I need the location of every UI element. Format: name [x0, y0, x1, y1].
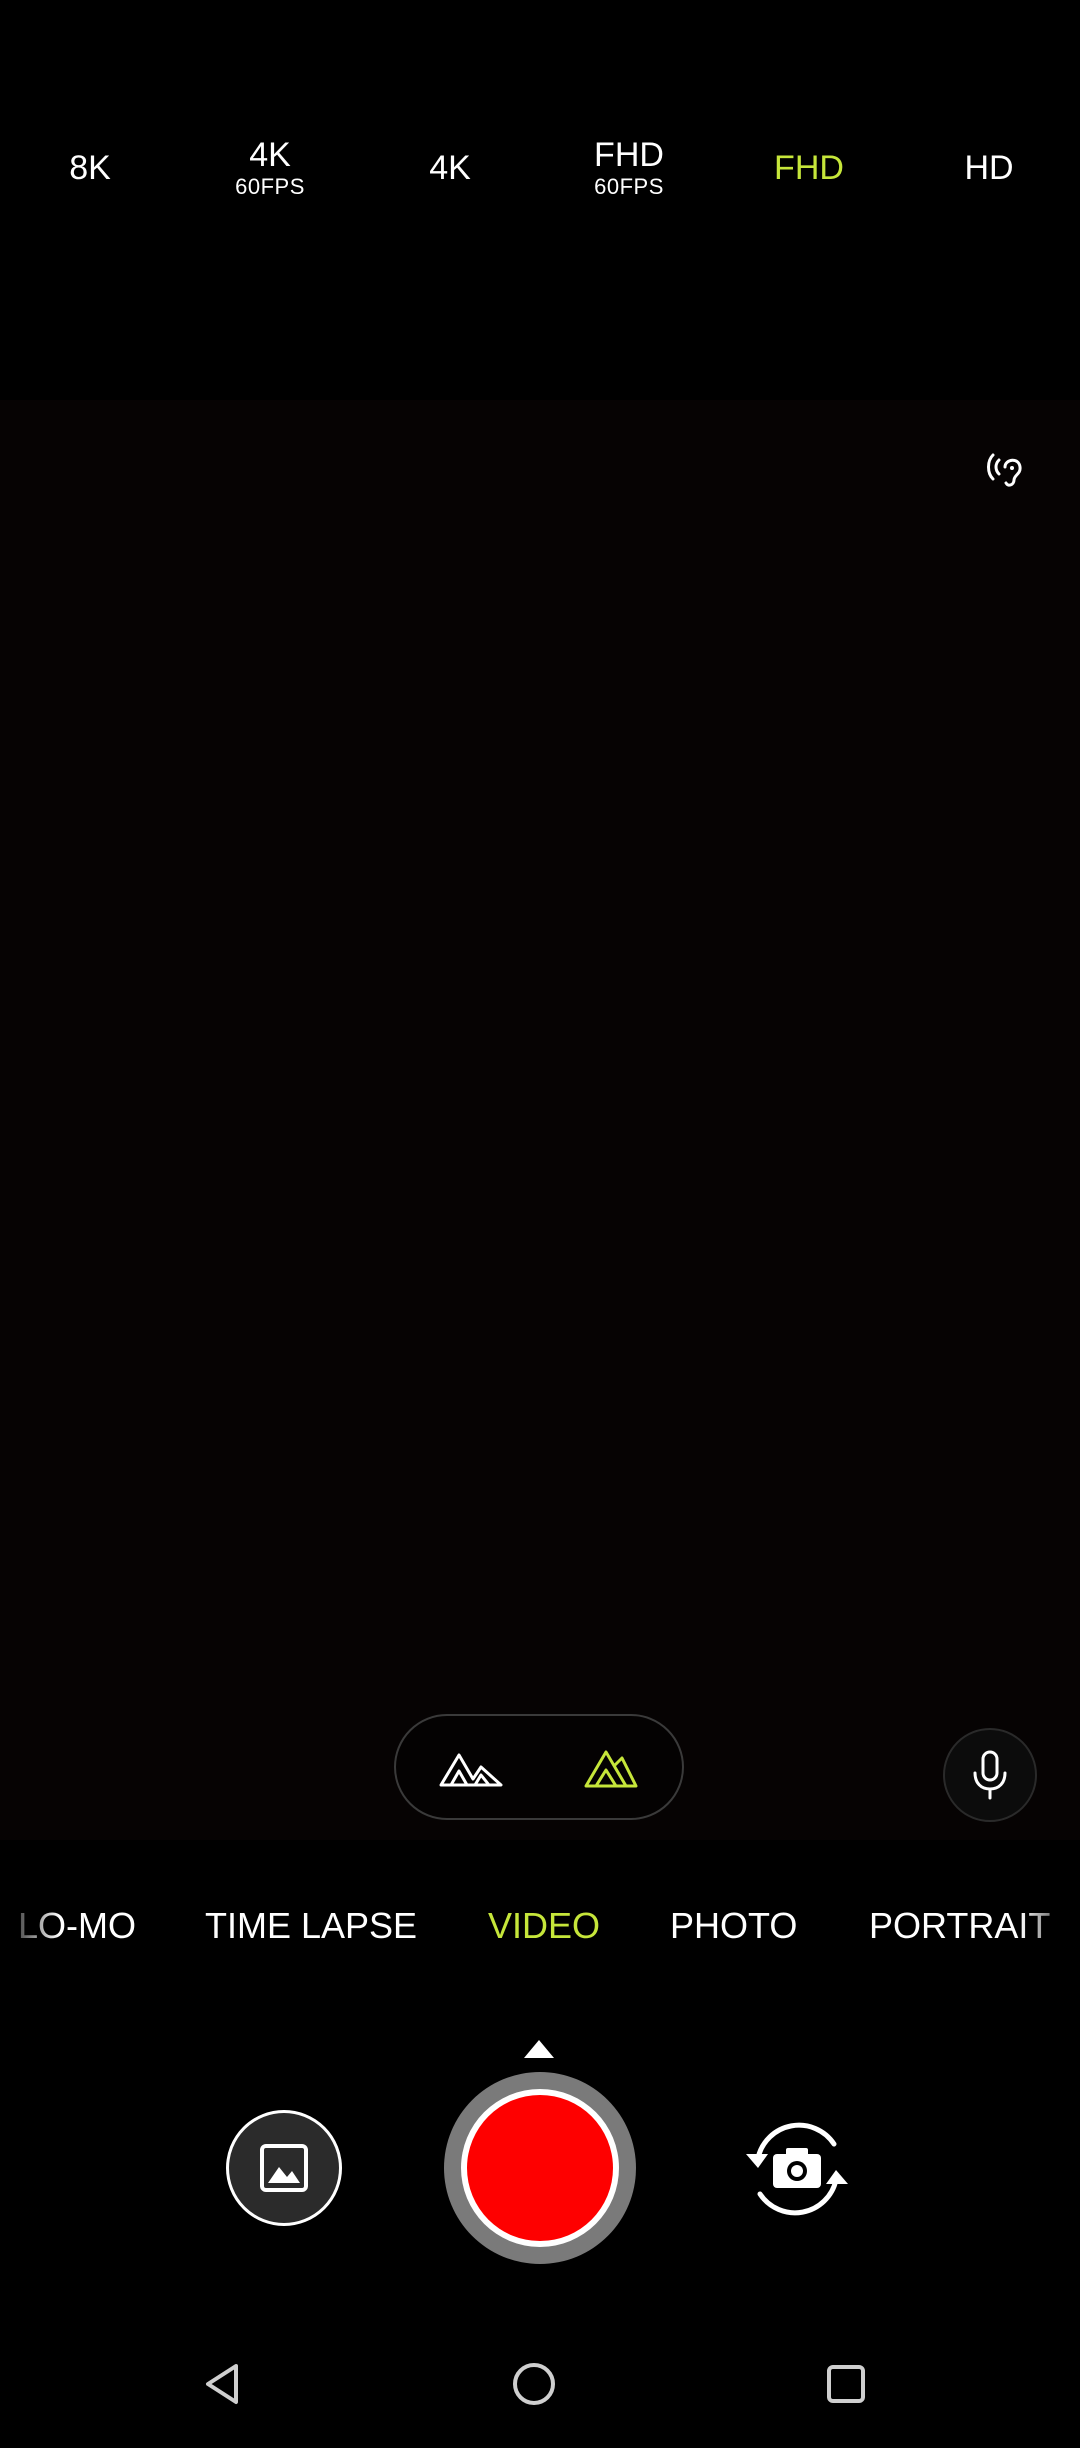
resolution-label: FHD: [774, 149, 844, 187]
ultra-wide-lens-icon[interactable]: [436, 1734, 506, 1804]
resolution-option-hd[interactable]: HD: [909, 128, 1069, 208]
gallery-icon: [260, 2144, 308, 2192]
record-dot: [467, 2095, 613, 2241]
resolution-sublabel: 60FPS: [235, 174, 305, 199]
recents-square-icon: [827, 2365, 865, 2403]
system-nav-bar: [0, 2320, 1080, 2448]
mode-photo[interactable]: PHOTO: [670, 1896, 797, 1956]
caret-up-icon[interactable]: [524, 2040, 554, 2058]
lens-switcher: [394, 1714, 684, 1820]
hearing-assist-icon[interactable]: [976, 440, 1036, 500]
nav-recents-button[interactable]: [810, 2348, 882, 2420]
standard-lens-icon[interactable]: [576, 1734, 646, 1804]
microphone-button[interactable]: [943, 1728, 1037, 1822]
resolution-selector: 8K 4K 60FPS 4K FHD 60FPS FHD HD: [0, 128, 1080, 208]
mode-lo-mo[interactable]: LO-MO: [18, 1896, 136, 1956]
resolution-label: 8K: [69, 149, 111, 187]
resolution-option-4k[interactable]: 4K: [370, 128, 530, 208]
microphone-icon: [973, 1750, 1007, 1800]
home-circle-icon: [513, 2363, 555, 2405]
resolution-label: 4K: [429, 149, 471, 187]
mode-portrait[interactable]: PORTRAIT: [869, 1896, 1050, 1956]
record-button[interactable]: [444, 2072, 636, 2264]
resolution-sublabel: 60FPS: [594, 174, 664, 199]
resolution-option-8k[interactable]: 8K: [10, 128, 170, 208]
mode-video[interactable]: VIDEO: [488, 1896, 600, 1956]
nav-home-button[interactable]: [498, 2348, 570, 2420]
camera-viewfinder[interactable]: [0, 400, 1080, 1840]
resolution-label: FHD: [594, 136, 664, 174]
resolution-label: 4K: [249, 136, 291, 174]
switch-camera-button[interactable]: [738, 2110, 856, 2228]
resolution-option-fhd-60fps[interactable]: FHD 60FPS: [549, 128, 709, 208]
nav-back-button[interactable]: [186, 2348, 258, 2420]
back-triangle-icon: [206, 2364, 238, 2404]
mode-selector: LO-MO TIME LAPSE VIDEO PHOTO PORTRAIT: [0, 1896, 1080, 1956]
camera-app: 8K 4K 60FPS 4K FHD 60FPS FHD HD LO-MO TI…: [0, 0, 1080, 2448]
gallery-button[interactable]: [226, 2110, 342, 2226]
switch-camera-icon: [746, 2122, 848, 2216]
resolution-option-fhd[interactable]: FHD: [729, 128, 889, 208]
resolution-label: HD: [964, 149, 1014, 187]
mode-time-lapse[interactable]: TIME LAPSE: [205, 1896, 417, 1956]
resolution-option-4k-60fps[interactable]: 4K 60FPS: [190, 128, 350, 208]
record-ring: [461, 2089, 619, 2247]
